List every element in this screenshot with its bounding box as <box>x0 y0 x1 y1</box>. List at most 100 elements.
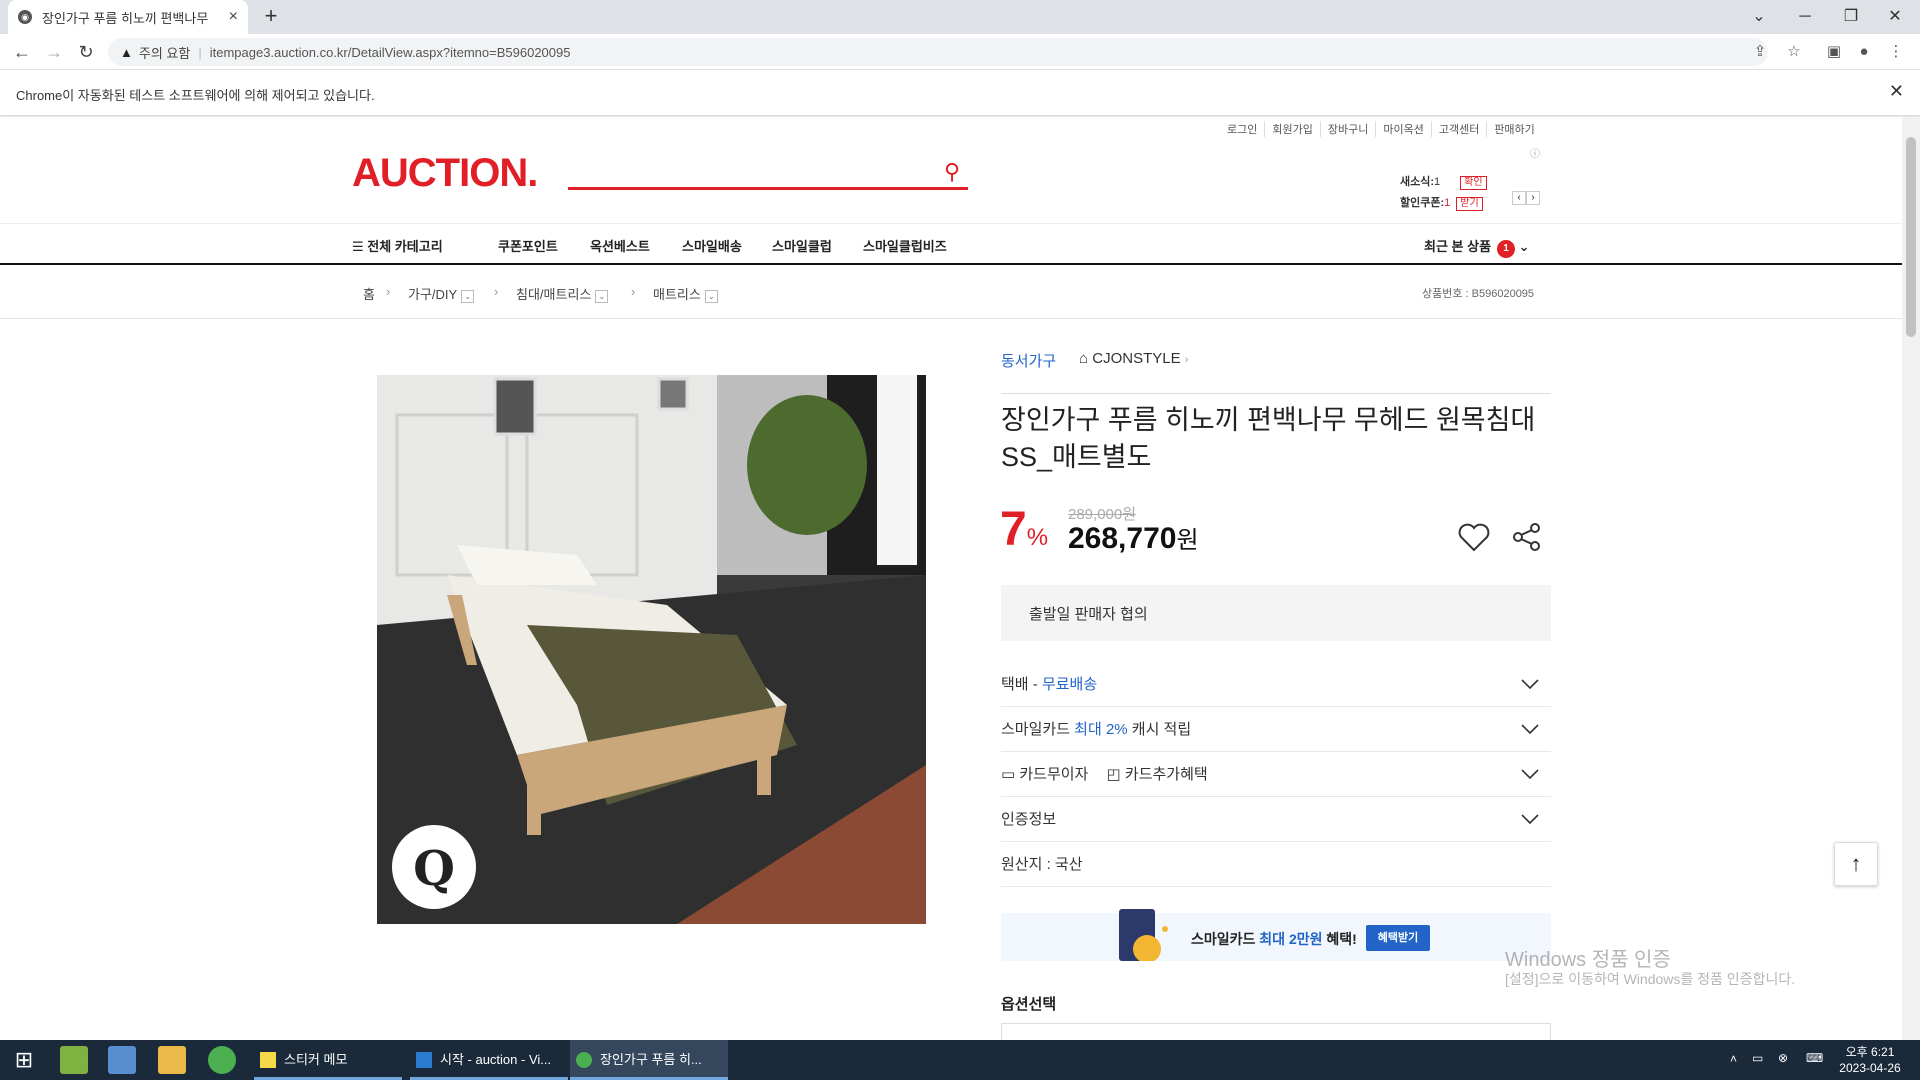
activation-watermark-title: Windows 정품 인증 <box>1505 949 1671 971</box>
reload-button[interactable]: ↻ <box>74 40 98 64</box>
dropdown-icon[interactable]: ⌄ <box>461 290 475 303</box>
chevron-right-icon[interactable]: › <box>1526 191 1540 205</box>
news-confirm-button[interactable]: 확인 <box>1460 176 1487 190</box>
menu-coupon-point[interactable]: 쿠폰포인트 <box>498 236 558 255</box>
discount-rate: 7% <box>1000 503 1049 556</box>
scrollbar-thumb[interactable] <box>1906 137 1916 337</box>
coupon-receive-button[interactable]: 받기 <box>1456 197 1483 211</box>
recent-viewed-button[interactable]: 최근 본 상품 1 ⌄ <box>1424 236 1530 258</box>
chevron-left-icon[interactable]: ‹ <box>1512 191 1526 205</box>
taskbar-vscode[interactable]: 시작 - auction - Vi... <box>410 1040 568 1080</box>
all-category-button[interactable]: ☰ 전체 카테고리 <box>352 236 443 255</box>
ime-icon[interactable]: ⌨ <box>1806 1051 1823 1065</box>
close-window-button[interactable]: ✕ <box>1880 4 1910 30</box>
back-button[interactable]: ← <box>10 40 34 64</box>
chrome-icon[interactable] <box>208 1046 236 1074</box>
menu-smile-delivery[interactable]: 스마일배송 <box>682 236 742 255</box>
chevron-down-icon <box>1521 662 1539 707</box>
forward-button[interactable]: → <box>42 40 66 64</box>
menu-icon[interactable]: ⋮ <box>1884 40 1908 64</box>
close-infobar-icon[interactable]: ✕ <box>1889 81 1904 102</box>
heart-icon[interactable] <box>1457 522 1491 557</box>
search-input[interactable] <box>568 187 968 190</box>
breadcrumb-mattress[interactable]: 매트리스 ⌄ <box>653 284 718 303</box>
option-title: 옵션선택 <box>1001 996 1057 1013</box>
side-panel-icon[interactable]: ▣ <box>1822 40 1846 64</box>
share-page-icon[interactable]: ⇪ <box>1748 40 1772 64</box>
taskbar-chrome-window[interactable]: 장인가구 푸름 히... <box>570 1040 728 1080</box>
chevron-down-icon <box>1521 797 1539 842</box>
smilecard-row[interactable]: 스마일카드 최대 2% 캐시 적립 <box>1001 707 1551 752</box>
product-number: 상품번호 : B596020095 <box>1422 288 1535 300</box>
util-cs[interactable]: 고객센터 <box>1430 121 1486 137</box>
search-icon[interactable]: ⚲ <box>944 159 960 185</box>
chrome-icon <box>576 1052 592 1068</box>
card-benefit-row[interactable]: ▭ 카드무이자 ◰ 카드추가혜택 <box>1001 752 1551 797</box>
chevron-down-icon: ⌄ <box>1518 239 1530 254</box>
banner-text: 스마일카드 최대 2만원 혜택! <box>1191 931 1357 947</box>
menu-smile-club[interactable]: 스마일클럽 <box>772 236 832 255</box>
store-link[interactable]: ⌂ CJONSTYLE › <box>1079 350 1188 367</box>
tab-title: 장인가구 푸름 히노끼 편백나무 <box>42 10 209 26</box>
breadcrumb-furniture[interactable]: 가구/DIY ⌄ <box>408 284 475 303</box>
product-image[interactable]: Q <box>377 375 926 924</box>
breadcrumb-home[interactable]: 홈 <box>363 284 375 303</box>
taskbar-sticky-notes[interactable]: 스티커 메모 <box>254 1040 402 1080</box>
share-icon[interactable] <box>1511 522 1543 557</box>
breadcrumb: 홈 › 가구/DIY ⌄ › 침대/매트리스 ⌄ › 매트리스 ⌄ 상품번호 : B5… <box>0 267 1902 319</box>
sale-price: 268,770원 <box>1068 522 1199 555</box>
warning-icon[interactable]: ▲ <box>120 45 133 60</box>
security-warning-text: 주의 요함 <box>138 45 191 61</box>
activation-watermark-text: [설정]으로 이동하여 Windows를 정품 인증합니다. <box>1505 971 1796 987</box>
windows-taskbar: ⊞ 스티커 메모 시작 - auction - Vi... 장인가구 푸름 히.… <box>0 1040 1920 1080</box>
breadcrumb-bed[interactable]: 침대/매트리스 ⌄ <box>516 284 609 303</box>
util-nav: 로그인 회원가입 장바구니 마이옥션 고객센터 판매하기 <box>1220 121 1542 137</box>
info-icon[interactable]: ⓘ <box>1530 145 1540 160</box>
maps-app-icon[interactable] <box>60 1046 88 1074</box>
card-coin-icon <box>1119 909 1168 961</box>
dropdown-icon[interactable]: ⌄ <box>595 290 609 303</box>
seller-name[interactable]: 동서가구 <box>1001 353 1056 370</box>
bookmark-star-icon[interactable]: ☆ <box>1782 40 1806 64</box>
util-myauction[interactable]: 마이옥션 <box>1375 121 1430 137</box>
util-login[interactable]: 로그인 <box>1220 121 1264 137</box>
profile-icon[interactable]: ● <box>1852 40 1876 64</box>
minimize-button[interactable]: ─ <box>1790 4 1820 30</box>
sticky-notes-icon <box>260 1052 276 1068</box>
browser-titlebar: ◉ 장인가구 푸름 히노끼 편백나무 × + ⌄ ─ ❐ ✕ <box>0 0 1920 34</box>
close-tab-icon[interactable]: × <box>229 8 238 26</box>
auction-logo[interactable]: AUCTION. <box>352 151 538 196</box>
util-sell[interactable]: 판매하기 <box>1486 121 1541 137</box>
new-tab-button[interactable]: + <box>258 4 284 30</box>
menu-auction-best[interactable]: 옥션베스트 <box>590 236 650 255</box>
get-benefit-button[interactable]: 혜택받기 <box>1366 925 1430 951</box>
menu-smile-club-biz[interactable]: 스마일클럽비즈 <box>863 236 947 255</box>
option-select[interactable] <box>1001 1023 1551 1040</box>
restore-button[interactable]: ❐ <box>1836 4 1866 30</box>
scroll-to-top-button[interactable]: ↑ <box>1834 842 1878 886</box>
seller-info: 동서가구 ⌂ CJONSTYLE › <box>1001 350 1551 394</box>
dropdown-icon[interactable]: ⌄ <box>704 290 718 303</box>
page-scrollbar[interactable] <box>1902 117 1920 1040</box>
tab-search-icon[interactable]: ⌄ <box>1744 4 1774 30</box>
delivery-row[interactable]: 택배 - 무료배송 <box>1001 662 1551 707</box>
tray-expand-icon[interactable]: ˄ <box>1730 1052 1737 1066</box>
recent-count-badge: 1 <box>1497 240 1516 258</box>
util-signup[interactable]: 회원가입 <box>1264 121 1319 137</box>
browser-tab[interactable]: ◉ 장인가구 푸름 히노끼 편백나무 × <box>8 0 248 34</box>
file-explorer-icon[interactable] <box>158 1046 186 1074</box>
util-cart[interactable]: 장바구니 <box>1319 121 1375 137</box>
infobar-message: Chrome이 자동화된 테스트 소프트웨어에 의해 제어되고 있습니다. <box>16 88 375 103</box>
smilecard-banner[interactable]: 스마일카드 최대 2만원 혜택! 혜택받기 <box>1001 909 1551 961</box>
windows-start-icon[interactable]: ⊞ <box>10 1046 38 1074</box>
taskbar-clock[interactable]: 오후 6:21 2023-04-26 <box>1830 1044 1910 1076</box>
volume-icon[interactable]: ⊗ <box>1778 1051 1788 1065</box>
photo-app-icon[interactable] <box>108 1046 136 1074</box>
chevron-right-icon: › <box>1184 354 1189 366</box>
url-text[interactable]: itempage3.auction.co.kr/DetailView.aspx?… <box>210 45 571 60</box>
news-count: 1 <box>1434 176 1441 188</box>
network-icon[interactable]: ▭ <box>1752 1051 1763 1065</box>
certification-row[interactable]: 인증정보 <box>1001 797 1551 842</box>
svg-text:Q: Q <box>413 841 455 897</box>
address-bar[interactable]: ▲ 주의 요함 | itempage3.auction.co.kr/Detail… <box>108 38 1768 66</box>
